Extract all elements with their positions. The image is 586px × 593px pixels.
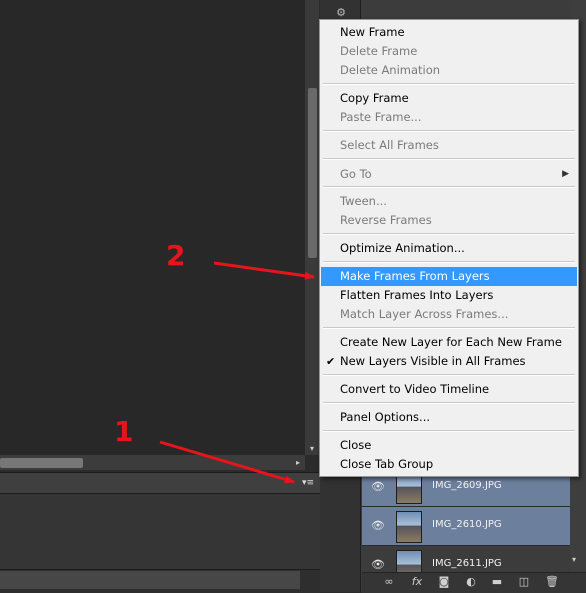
annotation-number-2: 2 bbox=[166, 239, 186, 272]
annotation-arrows bbox=[159, 261, 315, 484]
annotation-arrow-2 bbox=[213, 261, 315, 280]
annotation-number-1: 1 bbox=[114, 415, 134, 448]
annotation-arrow-1 bbox=[159, 440, 295, 484]
